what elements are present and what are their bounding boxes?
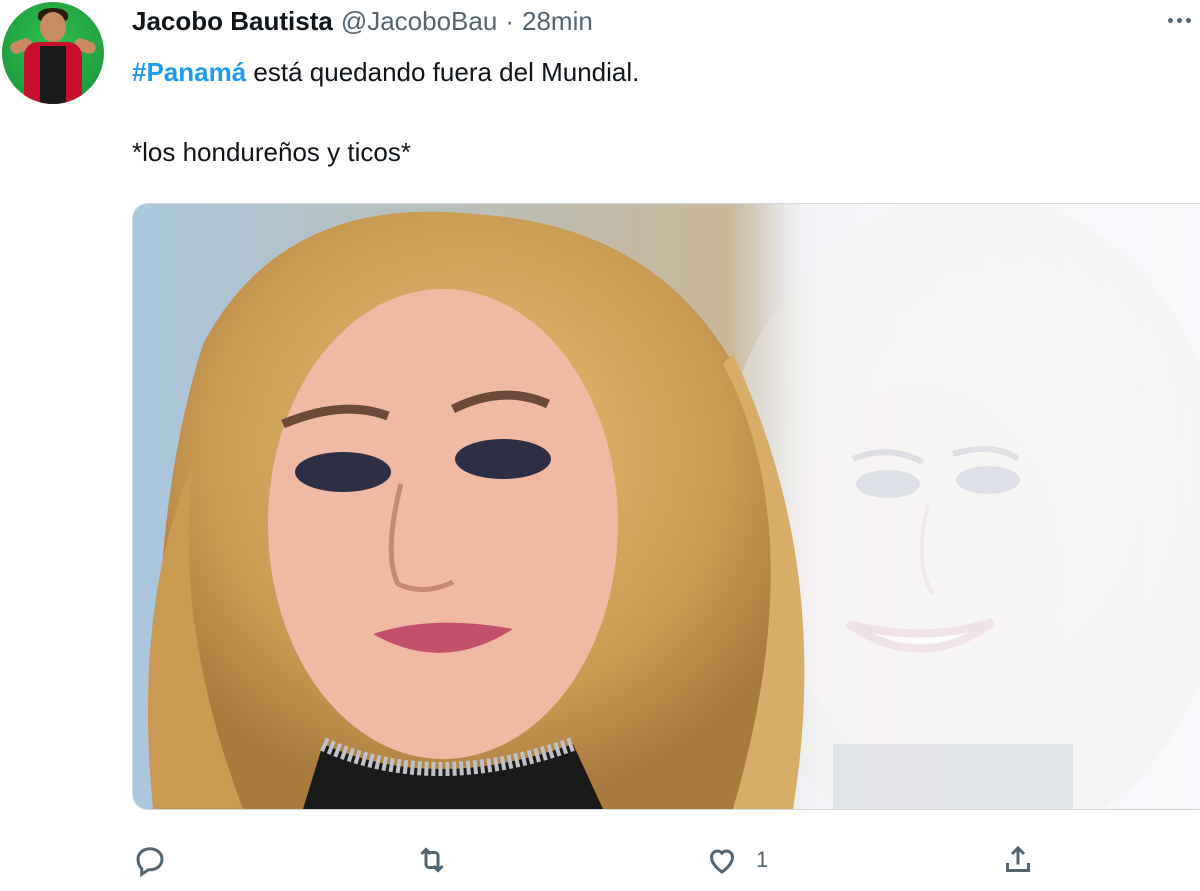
- like-button[interactable]: 1: [704, 840, 768, 880]
- tweet-text-line-2: *los hondureños y ticos*: [132, 137, 411, 167]
- header-separator: ·: [505, 5, 514, 36]
- tweet-text-line-1-rest: está quedando fuera del Mundial.: [246, 57, 640, 87]
- heart-icon: [709, 849, 735, 874]
- retweet-icon: [420, 847, 444, 873]
- more-icon[interactable]: [1168, 10, 1200, 30]
- retweet-button[interactable]: [414, 840, 466, 880]
- avatar-head: [40, 12, 66, 42]
- share-button[interactable]: [1000, 840, 1052, 880]
- tweet-header: Jacobo Bautista @JacoboBau · 28min: [132, 4, 593, 38]
- tweet-media-image[interactable]: [132, 203, 1200, 810]
- tweet-actions: 1: [0, 836, 1200, 884]
- share-icon: [1006, 845, 1030, 872]
- reply-icon: [136, 847, 164, 878]
- avatar-shirt: [40, 46, 66, 104]
- reply-button[interactable]: [132, 840, 184, 880]
- tweet-timestamp[interactable]: 28min: [522, 6, 593, 37]
- tweet-text-line-1: #Panamá está quedando fuera del Mundial.: [132, 52, 1172, 92]
- author-name[interactable]: Jacobo Bautista: [132, 6, 333, 37]
- meme-image: [133, 204, 1200, 809]
- hashtag-link[interactable]: #Panamá: [132, 57, 246, 87]
- like-count: 1: [756, 847, 769, 872]
- tweet-text: #Panamá está quedando fuera del Mundial.…: [132, 52, 1172, 172]
- author-handle[interactable]: @JacoboBau: [341, 6, 498, 37]
- avatar[interactable]: [2, 2, 104, 104]
